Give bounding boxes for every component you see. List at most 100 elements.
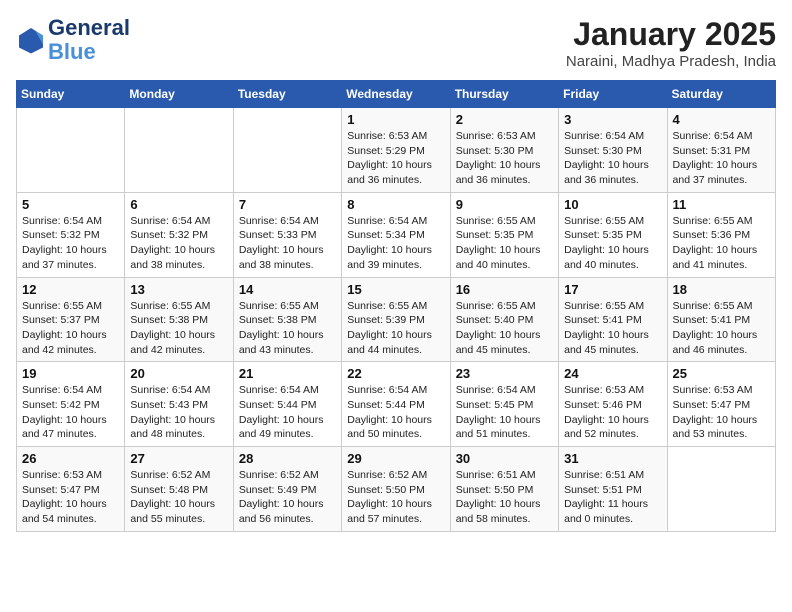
day-info: Sunrise: 6:53 AM Sunset: 5:47 PM Dayligh… — [22, 468, 119, 527]
weekday-header: Saturday — [667, 81, 775, 108]
day-info: Sunrise: 6:54 AM Sunset: 5:32 PM Dayligh… — [22, 214, 119, 273]
logo-text: GeneralBlue — [48, 16, 130, 64]
day-info: Sunrise: 6:54 AM Sunset: 5:34 PM Dayligh… — [347, 214, 444, 273]
weekday-header: Sunday — [17, 81, 125, 108]
calendar-cell: 7 Sunrise: 6:54 AM Sunset: 5:33 PM Daylig… — [233, 192, 341, 277]
calendar-cell: 19 Sunrise: 6:54 AM Sunset: 5:42 PM Dayli… — [17, 362, 125, 447]
calendar-cell: 27 Sunrise: 6:52 AM Sunset: 5:48 PM Dayli… — [125, 447, 233, 532]
day-info: Sunrise: 6:54 AM Sunset: 5:42 PM Dayligh… — [22, 383, 119, 442]
day-info: Sunrise: 6:54 AM Sunset: 5:30 PM Dayligh… — [564, 129, 661, 188]
day-number: 2 — [456, 112, 553, 127]
calendar-header: SundayMondayTuesdayWednesdayThursdayFrid… — [17, 81, 776, 108]
weekday-header: Monday — [125, 81, 233, 108]
calendar-table: SundayMondayTuesdayWednesdayThursdayFrid… — [16, 80, 776, 532]
weekday-header: Wednesday — [342, 81, 450, 108]
day-info: Sunrise: 6:53 AM Sunset: 5:29 PM Dayligh… — [347, 129, 444, 188]
day-info: Sunrise: 6:54 AM Sunset: 5:33 PM Dayligh… — [239, 214, 336, 273]
day-info: Sunrise: 6:52 AM Sunset: 5:48 PM Dayligh… — [130, 468, 227, 527]
day-number: 22 — [347, 366, 444, 381]
calendar-cell: 2 Sunrise: 6:53 AM Sunset: 5:30 PM Daylig… — [450, 108, 558, 193]
day-number: 30 — [456, 451, 553, 466]
day-info: Sunrise: 6:54 AM Sunset: 5:31 PM Dayligh… — [673, 129, 770, 188]
day-info: Sunrise: 6:53 AM Sunset: 5:46 PM Dayligh… — [564, 383, 661, 442]
calendar-cell: 14 Sunrise: 6:55 AM Sunset: 5:38 PM Dayli… — [233, 277, 341, 362]
calendar-cell: 29 Sunrise: 6:52 AM Sunset: 5:50 PM Dayli… — [342, 447, 450, 532]
day-info: Sunrise: 6:55 AM Sunset: 5:41 PM Dayligh… — [564, 299, 661, 358]
weekday-header: Thursday — [450, 81, 558, 108]
day-number: 11 — [673, 197, 770, 212]
day-info: Sunrise: 6:53 AM Sunset: 5:30 PM Dayligh… — [456, 129, 553, 188]
day-number: 15 — [347, 282, 444, 297]
day-info: Sunrise: 6:53 AM Sunset: 5:47 PM Dayligh… — [673, 383, 770, 442]
calendar-week-row: 19 Sunrise: 6:54 AM Sunset: 5:42 PM Dayli… — [17, 362, 776, 447]
day-number: 3 — [564, 112, 661, 127]
calendar-cell — [233, 108, 341, 193]
day-number: 19 — [22, 366, 119, 381]
calendar-cell: 12 Sunrise: 6:55 AM Sunset: 5:37 PM Dayli… — [17, 277, 125, 362]
day-info: Sunrise: 6:55 AM Sunset: 5:37 PM Dayligh… — [22, 299, 119, 358]
calendar-week-row: 26 Sunrise: 6:53 AM Sunset: 5:47 PM Dayli… — [17, 447, 776, 532]
day-info: Sunrise: 6:55 AM Sunset: 5:38 PM Dayligh… — [130, 299, 227, 358]
day-number: 21 — [239, 366, 336, 381]
calendar-cell: 17 Sunrise: 6:55 AM Sunset: 5:41 PM Dayli… — [559, 277, 667, 362]
day-number: 31 — [564, 451, 661, 466]
page-header: GeneralBlue January 2025 Naraini, Madhya… — [16, 16, 776, 70]
calendar-cell: 6Sunrise: 6:54 AM Sunset: 5:32 PM Daylig… — [125, 192, 233, 277]
calendar-cell: 1 Sunrise: 6:53 AM Sunset: 5:29 PM Daylig… — [342, 108, 450, 193]
calendar-cell: 13 Sunrise: 6:55 AM Sunset: 5:38 PM Dayli… — [125, 277, 233, 362]
day-number: 20 — [130, 366, 227, 381]
day-info: Sunrise: 6:55 AM Sunset: 5:40 PM Dayligh… — [456, 299, 553, 358]
day-number: 28 — [239, 451, 336, 466]
calendar-cell: 20 Sunrise: 6:54 AM Sunset: 5:43 PM Dayli… — [125, 362, 233, 447]
calendar-cell: 21Sunrise: 6:54 AM Sunset: 5:44 PM Dayli… — [233, 362, 341, 447]
day-number: 23 — [456, 366, 553, 381]
day-number: 27 — [130, 451, 227, 466]
day-number: 1 — [347, 112, 444, 127]
logo-icon — [16, 25, 46, 55]
calendar-cell: 3 Sunrise: 6:54 AM Sunset: 5:30 PM Daylig… — [559, 108, 667, 193]
day-number: 29 — [347, 451, 444, 466]
day-number: 7 — [239, 197, 336, 212]
calendar-cell: 22 Sunrise: 6:54 AM Sunset: 5:44 PM Dayli… — [342, 362, 450, 447]
day-info: Sunrise: 6:55 AM Sunset: 5:35 PM Dayligh… — [456, 214, 553, 273]
day-number: 13 — [130, 282, 227, 297]
calendar-cell: 4Sunrise: 6:54 AM Sunset: 5:31 PM Daylig… — [667, 108, 775, 193]
calendar-cell: 10Sunrise: 6:55 AM Sunset: 5:35 PM Dayli… — [559, 192, 667, 277]
day-number: 6 — [130, 197, 227, 212]
day-info: Sunrise: 6:51 AM Sunset: 5:51 PM Dayligh… — [564, 468, 661, 527]
calendar-week-row: 5 Sunrise: 6:54 AM Sunset: 5:32 PM Daylig… — [17, 192, 776, 277]
day-info: Sunrise: 6:55 AM Sunset: 5:38 PM Dayligh… — [239, 299, 336, 358]
calendar-cell: 30Sunrise: 6:51 AM Sunset: 5:50 PM Dayli… — [450, 447, 558, 532]
day-number: 16 — [456, 282, 553, 297]
day-info: Sunrise: 6:54 AM Sunset: 5:44 PM Dayligh… — [347, 383, 444, 442]
logo: GeneralBlue — [16, 16, 130, 64]
title-area: January 2025 Naraini, Madhya Pradesh, In… — [566, 16, 776, 70]
weekday-header: Tuesday — [233, 81, 341, 108]
weekday-header: Friday — [559, 81, 667, 108]
calendar-cell — [125, 108, 233, 193]
day-number: 24 — [564, 366, 661, 381]
day-info: Sunrise: 6:54 AM Sunset: 5:43 PM Dayligh… — [130, 383, 227, 442]
calendar-cell: 31 Sunrise: 6:51 AM Sunset: 5:51 PM Dayli… — [559, 447, 667, 532]
day-number: 12 — [22, 282, 119, 297]
calendar-cell — [17, 108, 125, 193]
day-number: 17 — [564, 282, 661, 297]
calendar-cell: 5 Sunrise: 6:54 AM Sunset: 5:32 PM Daylig… — [17, 192, 125, 277]
day-info: Sunrise: 6:52 AM Sunset: 5:49 PM Dayligh… — [239, 468, 336, 527]
calendar-cell: 9Sunrise: 6:55 AM Sunset: 5:35 PM Daylig… — [450, 192, 558, 277]
calendar-cell: 15Sunrise: 6:55 AM Sunset: 5:39 PM Dayli… — [342, 277, 450, 362]
day-number: 10 — [564, 197, 661, 212]
day-number: 26 — [22, 451, 119, 466]
calendar-cell: 23Sunrise: 6:54 AM Sunset: 5:45 PM Dayli… — [450, 362, 558, 447]
calendar-week-row: 1 Sunrise: 6:53 AM Sunset: 5:29 PM Daylig… — [17, 108, 776, 193]
day-number: 18 — [673, 282, 770, 297]
day-number: 5 — [22, 197, 119, 212]
day-number: 25 — [673, 366, 770, 381]
calendar-cell — [667, 447, 775, 532]
calendar-cell: 18Sunrise: 6:55 AM Sunset: 5:41 PM Dayli… — [667, 277, 775, 362]
day-info: Sunrise: 6:52 AM Sunset: 5:50 PM Dayligh… — [347, 468, 444, 527]
calendar-cell: 11Sunrise: 6:55 AM Sunset: 5:36 PM Dayli… — [667, 192, 775, 277]
calendar-cell: 24 Sunrise: 6:53 AM Sunset: 5:46 PM Dayli… — [559, 362, 667, 447]
calendar-cell: 28 Sunrise: 6:52 AM Sunset: 5:49 PM Dayli… — [233, 447, 341, 532]
day-number: 14 — [239, 282, 336, 297]
